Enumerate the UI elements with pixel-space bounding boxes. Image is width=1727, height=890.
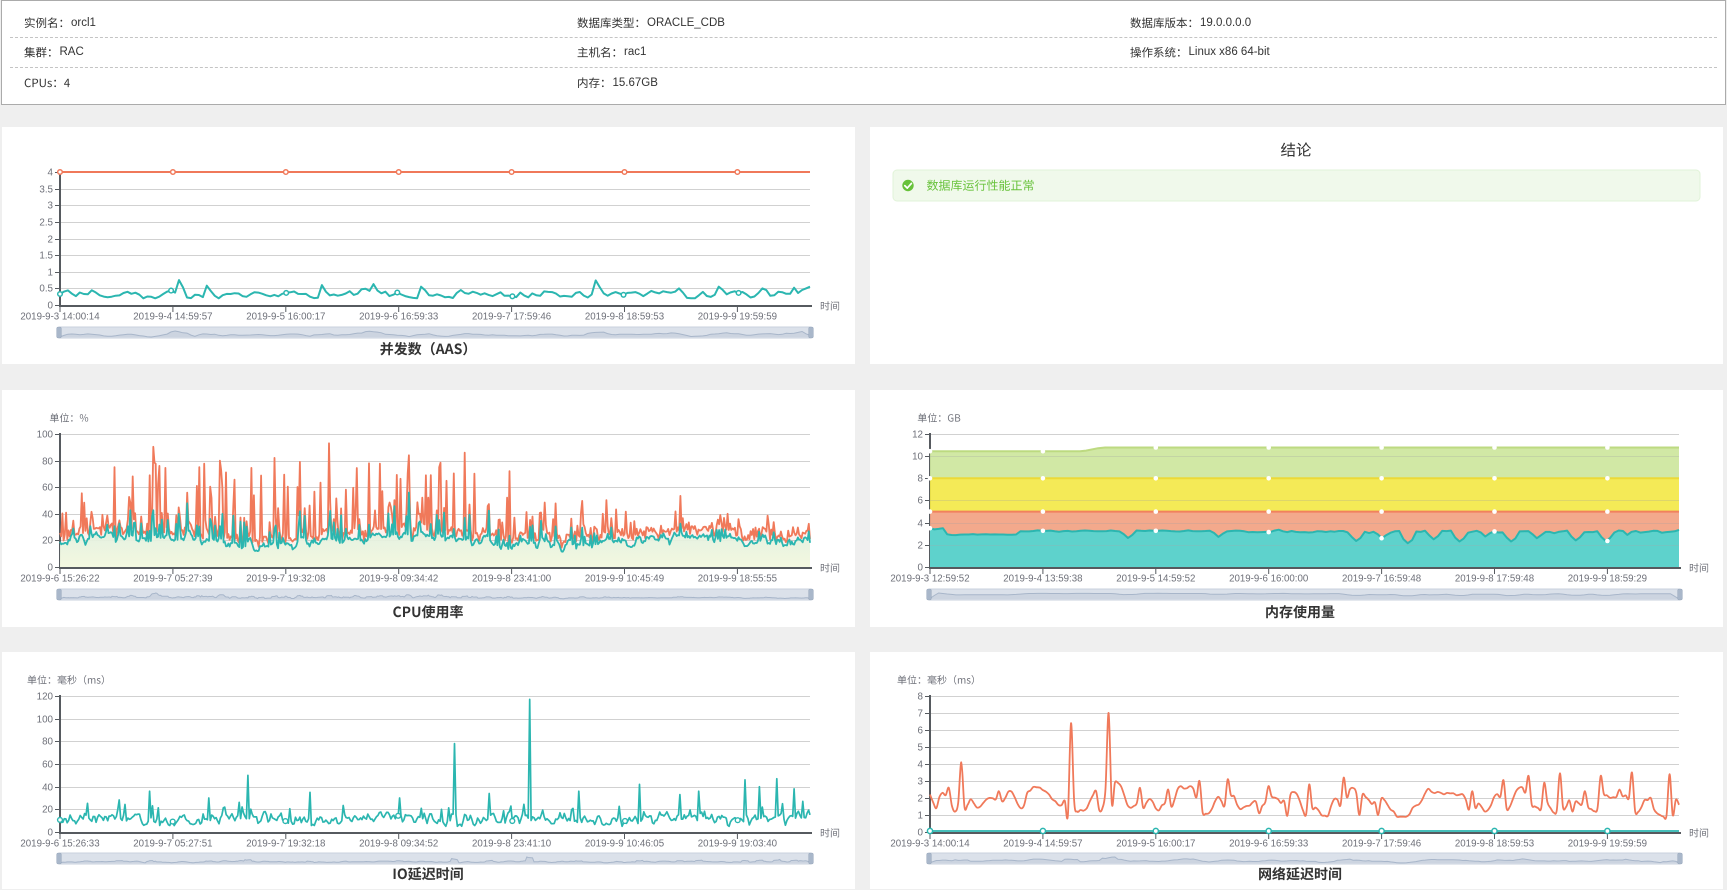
svg-text:2019-9-9 19:59:59: 2019-9-9 19:59:59 xyxy=(1568,839,1647,850)
svg-text:2019-9-7 05:27:51: 2019-9-7 05:27:51 xyxy=(133,839,212,850)
svg-text:2019-9-5 16:00:17: 2019-9-5 16:00:17 xyxy=(246,312,325,323)
svg-text:2019-9-9 18:59:29: 2019-9-9 18:59:29 xyxy=(1568,574,1647,585)
svg-text:2019-9-7 17:59:46: 2019-9-7 17:59:46 xyxy=(472,312,551,323)
svg-text:2019-9-9 19:03:40: 2019-9-9 19:03:40 xyxy=(698,839,778,850)
svg-text:80: 80 xyxy=(42,457,53,468)
svg-text:120: 120 xyxy=(37,692,54,703)
svg-text:2019-9-7 05:27:39: 2019-9-7 05:27:39 xyxy=(133,574,212,585)
svg-text:0: 0 xyxy=(48,563,54,574)
svg-text:2019-9-8 18:59:53: 2019-9-8 18:59:53 xyxy=(585,312,664,323)
svg-text:2: 2 xyxy=(918,541,923,552)
svg-text:60: 60 xyxy=(42,760,53,771)
svg-text:2019-9-6 16:00:00: 2019-9-6 16:00:00 xyxy=(1229,574,1309,585)
svg-text:2019-9-8 17:59:48: 2019-9-8 17:59:48 xyxy=(1455,574,1534,585)
svg-text:1.5: 1.5 xyxy=(39,251,53,262)
svg-text:2019-9-7 16:59:48: 2019-9-7 16:59:48 xyxy=(1342,574,1421,585)
svg-text:2019-9-7 17:59:46: 2019-9-7 17:59:46 xyxy=(1342,839,1421,850)
svg-text:2019-9-8 23:41:10: 2019-9-8 23:41:10 xyxy=(472,839,552,850)
svg-text:0: 0 xyxy=(48,828,54,839)
svg-text:2: 2 xyxy=(48,235,53,246)
svg-text:2019-9-9 19:59:59: 2019-9-9 19:59:59 xyxy=(698,312,777,323)
svg-text:0.5: 0.5 xyxy=(39,284,53,295)
svg-text:3: 3 xyxy=(48,201,54,212)
svg-text:60: 60 xyxy=(42,483,53,494)
svg-text:2019-9-6 15:26:22: 2019-9-6 15:26:22 xyxy=(20,574,99,585)
svg-text:3.5: 3.5 xyxy=(39,185,53,196)
svg-text:12: 12 xyxy=(912,430,923,441)
svg-text:2019-9-8 18:59:53: 2019-9-8 18:59:53 xyxy=(1455,839,1534,850)
svg-text:4: 4 xyxy=(48,168,54,179)
svg-text:2019-9-3 14:00:14: 2019-9-3 14:00:14 xyxy=(20,312,100,323)
svg-text:2019-9-8 09:34:42: 2019-9-8 09:34:42 xyxy=(359,574,438,585)
svg-text:100: 100 xyxy=(37,430,54,441)
svg-text:6: 6 xyxy=(918,726,924,737)
svg-text:2019-9-4 14:59:57: 2019-9-4 14:59:57 xyxy=(1003,839,1082,850)
svg-text:3: 3 xyxy=(918,777,924,788)
svg-text:2019-9-9 10:45:49: 2019-9-9 10:45:49 xyxy=(585,574,664,585)
svg-text:5: 5 xyxy=(918,743,924,754)
svg-text:40: 40 xyxy=(42,510,53,521)
svg-text:7: 7 xyxy=(918,709,923,720)
svg-text:40: 40 xyxy=(42,783,53,794)
svg-text:2019-9-8 23:41:00: 2019-9-8 23:41:00 xyxy=(472,574,552,585)
svg-text:0: 0 xyxy=(918,828,924,839)
svg-text:0: 0 xyxy=(918,563,924,574)
svg-text:2019-9-5 14:59:52: 2019-9-5 14:59:52 xyxy=(1116,574,1195,585)
svg-text:1: 1 xyxy=(918,811,923,822)
svg-text:2019-9-6 16:59:33: 2019-9-6 16:59:33 xyxy=(359,312,438,323)
svg-text:2019-9-7 19:32:08: 2019-9-7 19:32:08 xyxy=(246,574,325,585)
svg-text:2019-9-4 13:59:38: 2019-9-4 13:59:38 xyxy=(1003,574,1082,585)
svg-text:1: 1 xyxy=(48,268,53,279)
svg-text:2019-9-8 09:34:52: 2019-9-8 09:34:52 xyxy=(359,839,438,850)
svg-text:2019-9-6 16:59:33: 2019-9-6 16:59:33 xyxy=(1229,839,1308,850)
svg-text:2019-9-9 18:55:55: 2019-9-9 18:55:55 xyxy=(698,574,777,585)
svg-text:100: 100 xyxy=(37,715,54,726)
svg-text:2.5: 2.5 xyxy=(39,218,53,229)
svg-text:80: 80 xyxy=(42,737,53,748)
svg-text:2019-9-9 10:46:05: 2019-9-9 10:46:05 xyxy=(585,839,664,850)
svg-text:4: 4 xyxy=(918,519,924,530)
svg-text:20: 20 xyxy=(42,805,53,816)
svg-text:8: 8 xyxy=(918,692,924,703)
svg-text:2019-9-4 14:59:57: 2019-9-4 14:59:57 xyxy=(133,312,212,323)
svg-text:2: 2 xyxy=(918,794,923,805)
svg-text:2019-9-3 12:59:52: 2019-9-3 12:59:52 xyxy=(890,574,969,585)
svg-text:0: 0 xyxy=(48,301,54,312)
svg-text:10: 10 xyxy=(912,452,923,463)
svg-text:8: 8 xyxy=(918,474,924,485)
svg-text:4: 4 xyxy=(918,760,924,771)
svg-text:2019-9-6 15:26:33: 2019-9-6 15:26:33 xyxy=(20,839,99,850)
svg-text:20: 20 xyxy=(42,536,53,547)
svg-text:2019-9-5 16:00:17: 2019-9-5 16:00:17 xyxy=(1116,839,1195,850)
svg-text:2019-9-3 14:00:14: 2019-9-3 14:00:14 xyxy=(890,839,970,850)
svg-text:6: 6 xyxy=(918,496,924,507)
svg-text:2019-9-7 19:32:18: 2019-9-7 19:32:18 xyxy=(246,839,325,850)
